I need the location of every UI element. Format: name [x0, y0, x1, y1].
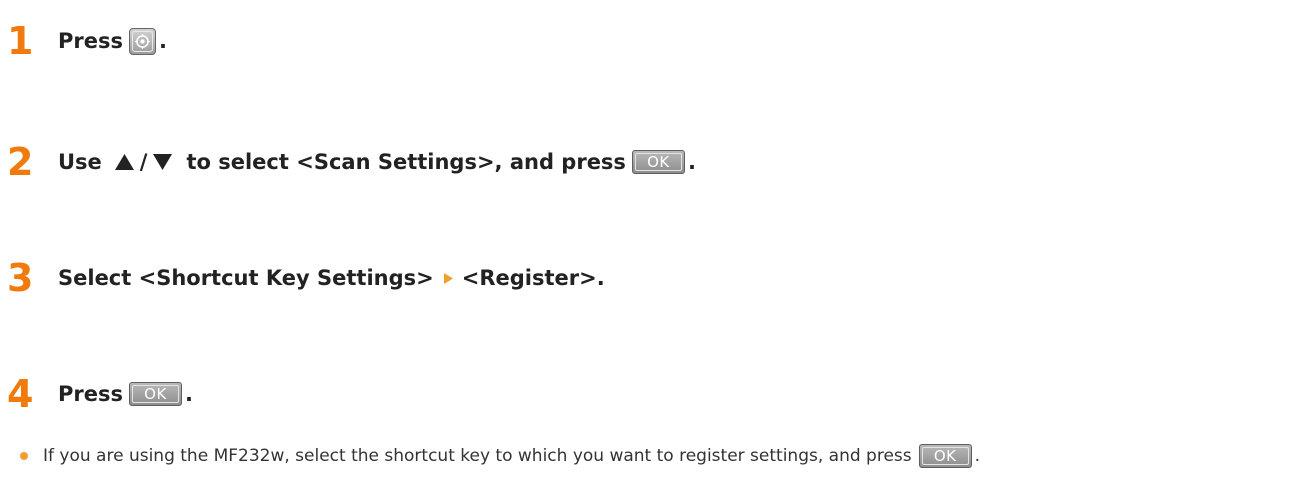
step-text-part: Select <Shortcut Key Settings> [58, 266, 434, 290]
step-instruction: Press . [58, 27, 167, 55]
step-4: 4 Press OK . [0, 375, 193, 413]
step-instruction: Select <Shortcut Key Settings> <Register… [58, 266, 605, 290]
step-text-part: . [159, 29, 167, 53]
ok-key-icon: OK [129, 382, 182, 406]
note-bullet-item: If you are using the MF232w, select the … [20, 444, 980, 468]
step-text-part: / [139, 150, 148, 174]
step-1: 1 Press . [0, 22, 167, 60]
up-arrow-icon [114, 154, 134, 170]
step-2: 2 Use / to select <Scan Settings>, and p… [0, 143, 696, 181]
step-instruction: Press OK . [58, 382, 193, 406]
menu-key-icon [129, 27, 156, 55]
step-text-part: . [185, 382, 193, 406]
step-text-part: . [687, 150, 696, 174]
step-number: 2 [7, 140, 34, 184]
step-text-part: Use [58, 150, 102, 174]
ok-key-label: OK [647, 153, 670, 171]
ok-key-label: OK [933, 447, 957, 465]
step-number: 4 [7, 372, 34, 416]
ok-key-icon: OK [918, 444, 972, 468]
note-text: If you are using the MF232w, select the … [43, 446, 912, 466]
down-arrow-icon [153, 154, 173, 170]
bullet-icon [20, 452, 28, 460]
step-number: 3 [7, 256, 34, 300]
step-text-part: Press [58, 382, 123, 406]
step-text-part: <Register>. [461, 266, 605, 290]
step-text-part: to select <Scan Settings>, and press [186, 150, 626, 174]
step-text-part: Press [58, 29, 123, 53]
triangle-right-icon [443, 272, 453, 284]
ok-key-icon: OK [631, 150, 685, 174]
ok-key-label: OK [144, 385, 167, 403]
step-instruction: Use / to select <Scan Settings>, and pre… [58, 150, 696, 174]
note-end: . [974, 446, 981, 466]
step-3: 3 Select <Shortcut Key Settings> <Regist… [0, 259, 605, 297]
step-number: 1 [7, 19, 34, 63]
